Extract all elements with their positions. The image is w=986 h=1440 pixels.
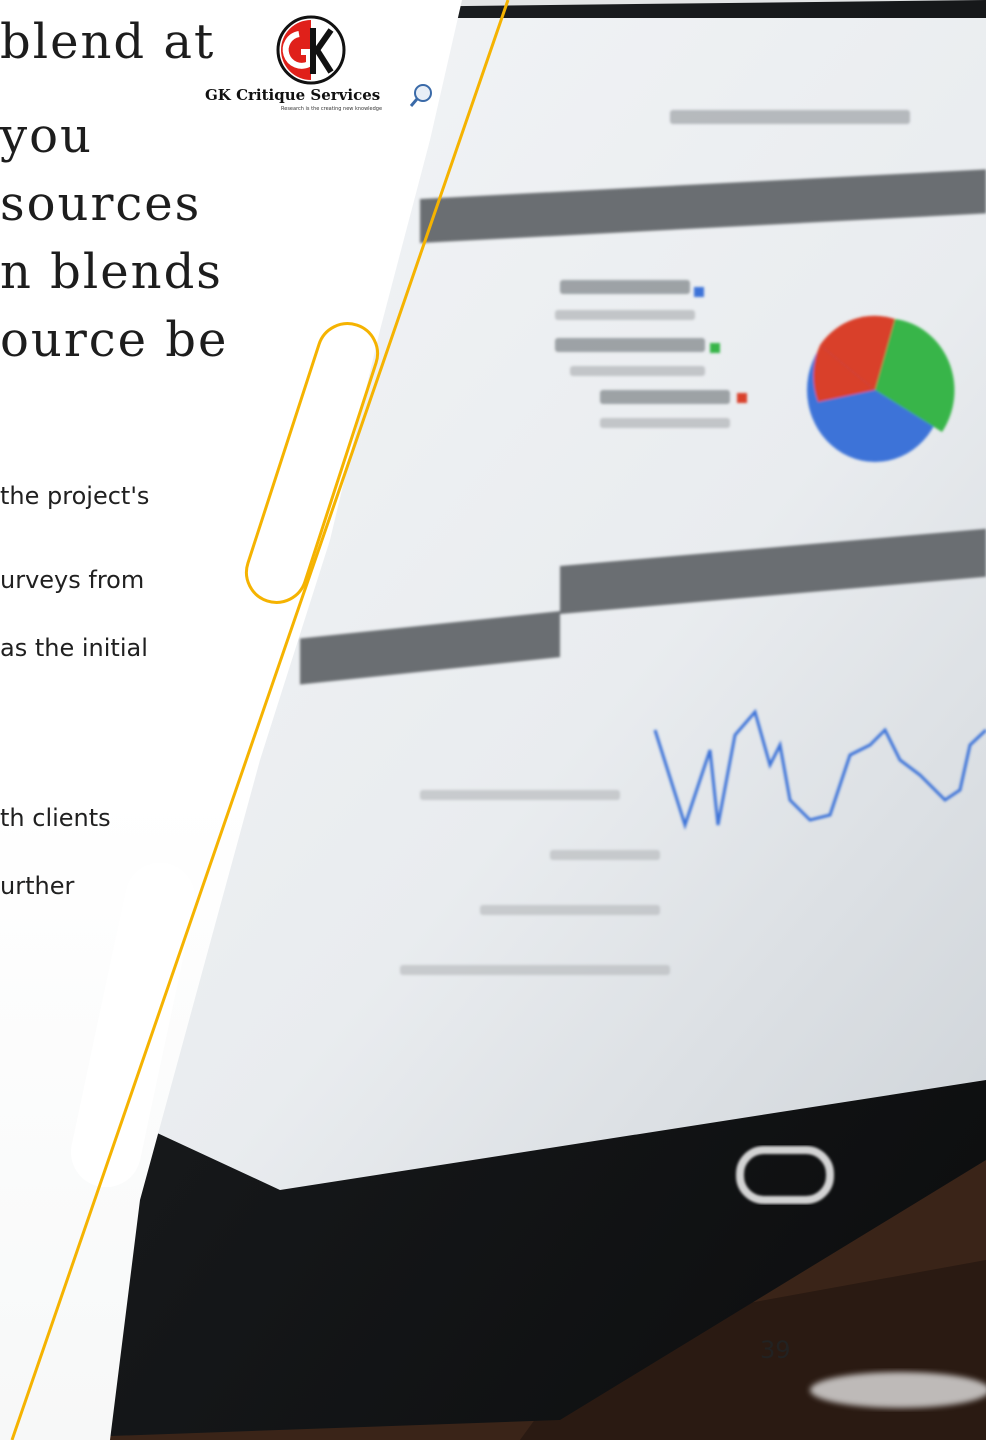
slide: blend at you sources n blends ource be t… <box>0 0 986 1440</box>
page-number: 39 <box>760 1336 791 1364</box>
body-line-5: urther <box>0 872 75 900</box>
gk-critique-logo: GK Critique Services Research is the cre… <box>205 14 437 124</box>
heading-line-5: ource be <box>0 312 229 368</box>
gk-logo-icon <box>276 15 346 85</box>
body-line-1: the project's <box>0 482 150 510</box>
heading-line-1: blend at <box>0 14 216 70</box>
heading-line-2: you <box>0 108 93 164</box>
magnifier-icon <box>409 84 432 107</box>
logo-tagline: Research is the creating new knowledge <box>281 106 383 112</box>
body-line-3: as the initial <box>0 634 148 662</box>
logo-name: GK Critique Services <box>205 86 381 104</box>
heading-line-4: n blends <box>0 244 223 300</box>
body-line-4: th clients <box>0 804 111 832</box>
body-line-2: urveys from <box>0 566 145 594</box>
heading-line-3: sources <box>0 176 202 232</box>
